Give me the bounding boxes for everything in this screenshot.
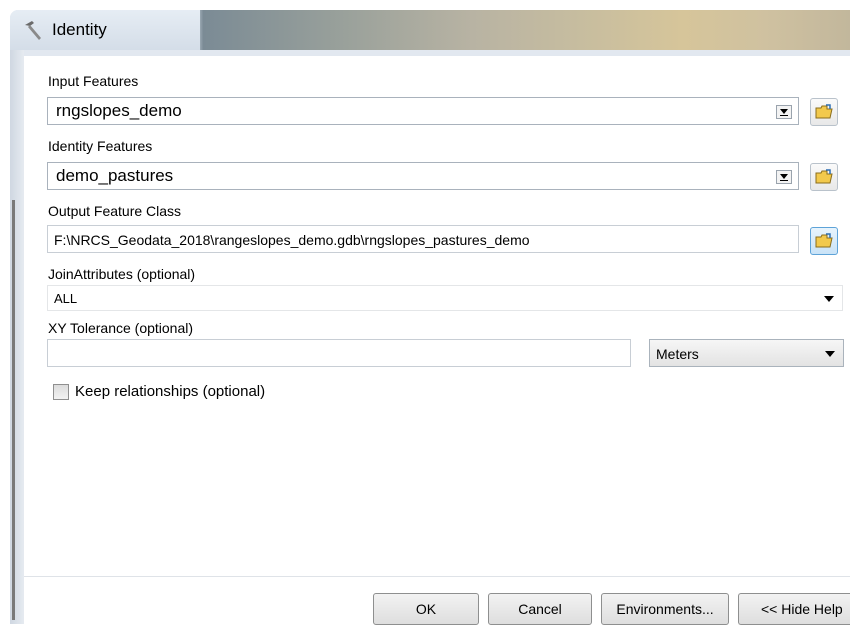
identity-features-browse-button[interactable] [810,163,838,191]
join-attributes-label: JoinAttributes (optional) [48,266,196,282]
window-title: Identity [52,20,107,39]
output-feature-class-browse-button[interactable] [810,227,838,255]
identity-features-value: demo_pastures [56,166,174,185]
xy-tolerance-unit-select[interactable]: Meters [649,339,844,367]
environments-button[interactable]: Environments... [601,593,729,625]
dialog-left-edge [10,50,24,624]
identity-features-dropdown-arrow[interactable] [776,170,792,184]
output-feature-class-input[interactable]: F:\NRCS_Geodata_2018\rangeslopes_demo.gd… [47,225,799,253]
open-folder-icon [815,169,833,184]
chevron-down-icon[interactable] [824,296,834,302]
keep-relationships-checkbox[interactable] [53,384,69,400]
output-feature-class-label: Output Feature Class [48,203,182,219]
output-feature-class-value: F:\NRCS_Geodata_2018\rangeslopes_demo.gd… [54,232,530,248]
open-folder-icon [815,233,833,248]
identity-features-label: Identity Features [48,138,153,154]
xy-tolerance-unit-value: Meters [656,346,699,362]
cancel-button[interactable]: Cancel [488,593,592,625]
ok-button[interactable]: OK [373,593,479,625]
xy-tolerance-input[interactable] [47,339,631,367]
input-features-browse-button[interactable] [810,98,838,126]
input-features-combo[interactable]: rngslopes_demo [47,97,799,125]
open-folder-icon [815,104,833,119]
hammer-icon [25,21,41,40]
chevron-down-icon[interactable] [825,351,835,357]
input-features-value: rngslopes_demo [56,101,182,120]
hide-help-button[interactable]: << Hide Help [738,593,850,625]
title-bar: Identity [10,10,850,50]
xy-tolerance-label: XY Tolerance (optional) [48,320,194,336]
keep-relationships-label: Keep relationships (optional) [75,383,266,400]
input-features-dropdown-arrow[interactable] [776,105,792,119]
button-bar-divider [24,576,850,577]
join-attributes-value: ALL [54,291,78,306]
input-features-label: Input Features [48,73,139,89]
join-attributes-dropdown[interactable]: ALL [47,285,843,311]
identity-features-combo[interactable]: demo_pastures [47,162,799,190]
